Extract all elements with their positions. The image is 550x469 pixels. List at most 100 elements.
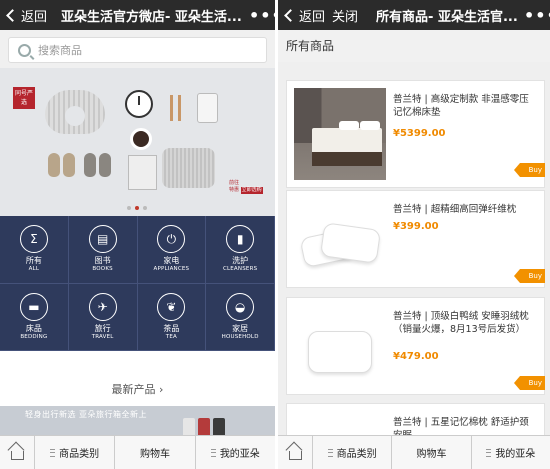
product-card[interactable]: 普兰特 | 顶级白鸭绒 安睡羽绒枕（销量火爆，8月13号后发货） ¥479.00… <box>286 297 545 395</box>
new-products-section: 最新产品 › <box>0 351 275 406</box>
suitcase-image <box>198 418 210 436</box>
promo-banner[interactable]: 同号严选 前往 特惠 立即选购 <box>0 68 275 216</box>
new-products-label: 最新产品 <box>111 383 156 396</box>
new-products-link[interactable]: 最新产品 › <box>0 381 275 397</box>
nav-cart-label: 购物车 <box>416 449 447 460</box>
category-label-en: HOUSEHOLD <box>221 333 259 340</box>
more-menu-button[interactable]: ••• <box>249 6 275 25</box>
product-title: 普兰特 | 超精细高回弹纤维枕 <box>393 204 517 215</box>
category-all[interactable]: Σ 所有 ALL <box>0 216 69 284</box>
home-icon <box>288 450 302 460</box>
search-icon <box>18 43 31 57</box>
chevron-left-icon <box>284 8 297 22</box>
nav-mine-label: 我的亚朵 <box>495 449 536 460</box>
back-label: 返回 <box>21 9 48 25</box>
back-button[interactable]: 返回 <box>278 6 325 25</box>
menu-icon <box>210 448 216 457</box>
leaf-icon: ❦ <box>157 292 186 321</box>
plug-icon: ⏻ <box>157 225 186 254</box>
clock-image <box>125 90 153 118</box>
category-travel[interactable]: ✈ 旅行 TRAVEL <box>68 283 138 351</box>
product-title: 普兰特 | 高级定制款 非温感零压记忆棉床垫 <box>393 94 529 118</box>
search-placeholder: 搜索商品 <box>38 44 82 57</box>
category-label: 床品 <box>25 323 42 333</box>
nav-categories-label: 商品类别 <box>59 449 100 460</box>
category-label: 所有 <box>25 256 42 266</box>
product-card[interactable]: 普兰特 | 超精细高回弹纤维枕 ¥399.00 Buy <box>286 190 545 288</box>
nav-categories-label: 商品类别 <box>336 449 377 460</box>
product-card[interactable]: 普兰特 | 高级定制款 非温感零压记忆棉床垫 ¥5399.00 Buy <box>286 80 545 188</box>
nav-mine[interactable]: 我的亚朵 <box>472 436 550 469</box>
plane-icon: ✈ <box>88 292 117 321</box>
back-button[interactable]: 返回 <box>0 6 47 25</box>
close-button[interactable]: 关闭 <box>332 6 358 25</box>
cushion-image <box>162 148 215 188</box>
home-icon <box>10 450 24 460</box>
slipper-icon: ◒ <box>226 292 255 321</box>
category-cleansers[interactable]: ▮ 洗护 CLEANSERS <box>206 216 275 284</box>
product-image <box>294 198 386 290</box>
slipper-image <box>99 153 111 177</box>
top-bar: 返回 关闭 所有商品- 亚朵生活官... ••• <box>278 0 550 30</box>
category-label-en: CLEANSERS <box>222 266 258 273</box>
menu-icon <box>50 448 56 457</box>
product-price: ¥5399.00 <box>393 128 446 139</box>
category-label: 图书 <box>94 256 111 266</box>
nav-categories[interactable]: 商品类别 <box>35 436 116 469</box>
new-product-banner-text: 轻身出行新选 亚朵旅行箱全新上 <box>25 410 148 419</box>
category-bedding[interactable]: ▬ 床品 BEDDING <box>0 283 69 351</box>
more-menu-button[interactable]: ••• <box>524 6 550 25</box>
category-label-en: TRAVEL <box>91 333 114 340</box>
search-bar: 搜索商品 <box>0 30 275 68</box>
buy-button[interactable]: Buy <box>514 269 545 283</box>
nav-mine[interactable]: 我的亚朵 <box>196 436 275 469</box>
carousel-dot[interactable] <box>143 206 147 210</box>
new-product-banner[interactable]: 轻身出行新选 亚朵旅行箱全新上 <box>0 406 275 436</box>
product-image <box>294 88 386 180</box>
suitcase-image <box>213 418 225 436</box>
store-home-screen: 返回 亚朵生活官方微店- 亚朵生活... ••• 搜索商品 同号严选 前往 特惠… <box>0 0 275 469</box>
travel-pillow-image <box>45 90 105 134</box>
home-button[interactable] <box>0 436 35 469</box>
slipper-image <box>84 153 96 177</box>
sigma-icon: Σ <box>19 225 48 254</box>
banner-note-line2: 特惠 <box>229 187 240 193</box>
category-household[interactable]: ◒ 家居 HOUSEHOLD <box>206 283 275 351</box>
category-tea[interactable]: ❦ 茶品 TEA <box>137 283 207 351</box>
menu-icon <box>327 448 333 457</box>
category-label: 旅行 <box>94 323 111 333</box>
product-image <box>294 305 386 397</box>
banner-shop-button[interactable]: 立即选购 <box>240 187 263 194</box>
suitcase-image <box>183 418 195 436</box>
nav-cart-label: 购物车 <box>139 449 170 460</box>
fork-image <box>178 95 181 121</box>
back-label: 返回 <box>299 9 326 25</box>
nav-cart[interactable]: 购物车 <box>392 436 472 469</box>
bottom-nav: 商品类别 购物车 我的亚朵 <box>278 435 550 469</box>
chevron-right-icon: › <box>159 383 164 396</box>
buy-button[interactable]: Buy <box>514 163 545 177</box>
spoon-image <box>170 95 173 121</box>
category-label: 洗护 <box>232 256 249 266</box>
category-grid: Σ 所有 ALL ▤ 图书 BOOKS ⏻ 家电 APPLIANCES ▮ 洗护 CLEANSERS ▬… <box>0 216 275 351</box>
section-header: 所有商品 <box>278 30 550 62</box>
carousel-dot-active[interactable] <box>135 206 139 210</box>
carousel-indicator <box>127 206 147 210</box>
bottom-nav: 商品类别 购物车 我的亚朵 <box>0 435 275 469</box>
home-button[interactable] <box>278 436 313 469</box>
carousel-dot[interactable] <box>127 206 131 210</box>
search-input[interactable]: 搜索商品 <box>8 37 267 63</box>
nav-cart[interactable]: 购物车 <box>115 436 196 469</box>
buy-button[interactable]: Buy <box>514 376 545 390</box>
bed-icon: ▬ <box>19 292 48 321</box>
bottle-icon: ▮ <box>226 225 255 254</box>
product-price: ¥399.00 <box>393 221 439 232</box>
nav-categories[interactable]: 商品类别 <box>313 436 393 469</box>
product-title: 普兰特 | 顶级白鸭绒 安睡羽绒枕（销量火爆，8月13号后发货） <box>393 311 529 335</box>
category-label-en: TEA <box>165 333 177 340</box>
category-books[interactable]: ▤ 图书 BOOKS <box>68 216 138 284</box>
chevron-left-icon <box>6 8 19 22</box>
category-appliances[interactable]: ⏻ 家电 APPLIANCES <box>137 216 207 284</box>
jar-image <box>197 93 218 123</box>
all-products-screen: 返回 关闭 所有商品- 亚朵生活官... ••• 所有商品 普兰特 | 高级定制… <box>278 0 550 469</box>
